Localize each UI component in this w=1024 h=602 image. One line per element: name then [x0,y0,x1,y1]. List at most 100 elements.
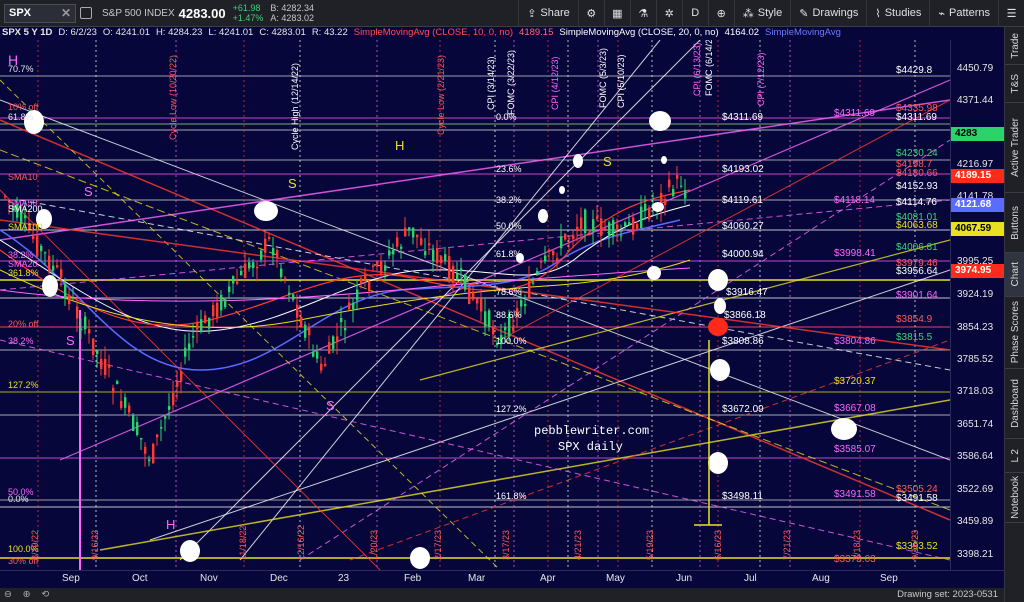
candle-body [316,351,319,359]
price-tick: 4450.79 [957,63,994,74]
price-tick: 3398.21 [957,549,994,560]
sidebar-tab-buttons[interactable]: Buttons [1005,193,1024,253]
event-label: CPI (6/13/23) [692,42,702,96]
candle-body [348,302,351,310]
candle-body [464,274,467,290]
candle-body [4,195,7,198]
sidebar-tab-phase-scores[interactable]: Phase Scores [1005,297,1024,369]
candle-body [616,224,619,229]
candle-body [100,358,103,369]
sidebar-tab-active-trader[interactable]: Active Trader [1005,103,1024,193]
zoom-icon[interactable]: ⊕ [707,0,734,27]
candle-body [180,371,183,382]
sidebar-tab-l-2[interactable]: L 2 [1005,439,1024,473]
event-label: Cycle Low (2/21/23) [436,55,446,135]
drawings-button[interactable]: ✎ Drawings [790,0,866,27]
patterns-button[interactable]: ⌁ Patterns [929,0,998,27]
open-value: O: 4241.01 [102,27,150,38]
candle-body [360,278,363,284]
level-label: $4060.27 [722,221,764,232]
style-button[interactable]: ⁂ Style [733,0,790,27]
sidebar-tab-notebook[interactable]: Notebook [1005,473,1024,523]
fib-label-mid: 50.0% [496,221,522,231]
candle-body [52,265,55,271]
level-label-right: $4311.69 [896,112,937,123]
pivot-marker [559,186,565,194]
price-axis[interactable]: 4450.794371.444216.974141.784067.593995.… [950,40,1005,570]
candle-body [368,281,371,292]
candle-body [432,249,435,261]
fib-label-mid: 38.2% [496,195,522,205]
pivot-marker [410,547,430,569]
share-button[interactable]: ⇪ Share [518,0,578,27]
sidebar-tab-chart[interactable]: Chart [1005,253,1024,297]
candle-body [176,381,179,387]
drawing-set-label[interactable]: Drawing set: 2023-0531 [897,589,998,600]
event-label: 3/17/23 [501,530,511,560]
candle-body [468,287,471,304]
candle-body [244,263,247,278]
index-name: S&P 500 INDEX [102,7,175,19]
candle-body [620,235,623,237]
level-label-right: $3956.64 [896,266,938,277]
candle-body [208,317,211,329]
pivot-marker [42,275,58,297]
studies-button[interactable]: ⌇ Studies [866,0,929,27]
event-label: FOMC (3/22/23) [506,50,516,115]
studies-icon: ⌇ [875,7,881,20]
pivot-marker [710,359,730,381]
sma50-name: SimpleMovingAvg [765,27,841,38]
candle-body [80,328,83,331]
pattern-marker: H [8,52,18,68]
candle-body [608,222,611,237]
gear-icon[interactable]: ✲ [655,0,682,27]
period-button[interactable]: D [681,0,708,27]
candle-body [440,256,443,264]
candle-body [684,190,687,199]
candle-body [248,262,251,269]
time-axis[interactable]: Sep Oct Nov Dec 23 Feb Mar Apr May Jun Jul Aug Sep [0,570,1004,588]
candle-body [668,179,671,188]
price-chart[interactable]: 70.7%10% off61.8%38.2%361.8%20% off38.2%… [0,40,950,570]
candle-body [148,459,151,462]
candle-body [112,387,115,393]
pivot-marker [647,266,661,280]
candle-body [444,254,447,262]
calendar-icon[interactable]: ▦ [603,0,630,27]
level-label: $3498.11 [722,491,763,502]
candle-body [172,393,175,406]
clear-icon[interactable]: ✕ [61,6,71,20]
event-label: 5/19/23 [645,530,655,560]
candle-body [560,236,563,249]
time-tick: Apr [540,573,556,584]
event-label: CPI (4/12/23) [550,56,560,110]
candle-body [628,222,631,226]
candle-body [140,437,143,440]
fib-label-mid: 127.2% [496,404,527,414]
symbol-input[interactable]: SPX ✕ [4,3,76,23]
sidebar-tab-dashboard[interactable]: Dashboard [1005,369,1024,439]
sidebar-tab-t-s[interactable]: T&S [1005,65,1024,103]
sidebar-tab-trade[interactable]: Trade [1005,27,1024,65]
flask-icon[interactable]: ⚗ [629,0,656,27]
menu-icon[interactable]: ☰ [998,0,1024,27]
zoom-controls[interactable]: ⊖ ⊕ ⟲ [4,589,53,600]
price-tick: 3651.74 [957,419,994,430]
candle-body [420,238,423,245]
event-label: 6/16/23 [713,530,723,560]
link-icon[interactable] [76,0,96,27]
symbol-value: SPX [9,7,32,19]
level-label-right: $3491.58 [896,493,938,504]
candle-body [384,265,387,271]
candle-body [328,342,331,354]
level-label-right: $3491.58 [834,489,876,500]
candle-body [476,298,479,304]
candle-body [296,304,299,318]
candle-body [204,315,207,324]
candle-body [632,217,635,235]
event-label: Cycle Low (10/20/22) [168,55,178,140]
level-label-right: $4429.8 [896,65,933,76]
sma-label: SMA200 [8,204,43,214]
settings-icon[interactable]: ⚙ [577,0,604,27]
candle-body [472,291,475,300]
